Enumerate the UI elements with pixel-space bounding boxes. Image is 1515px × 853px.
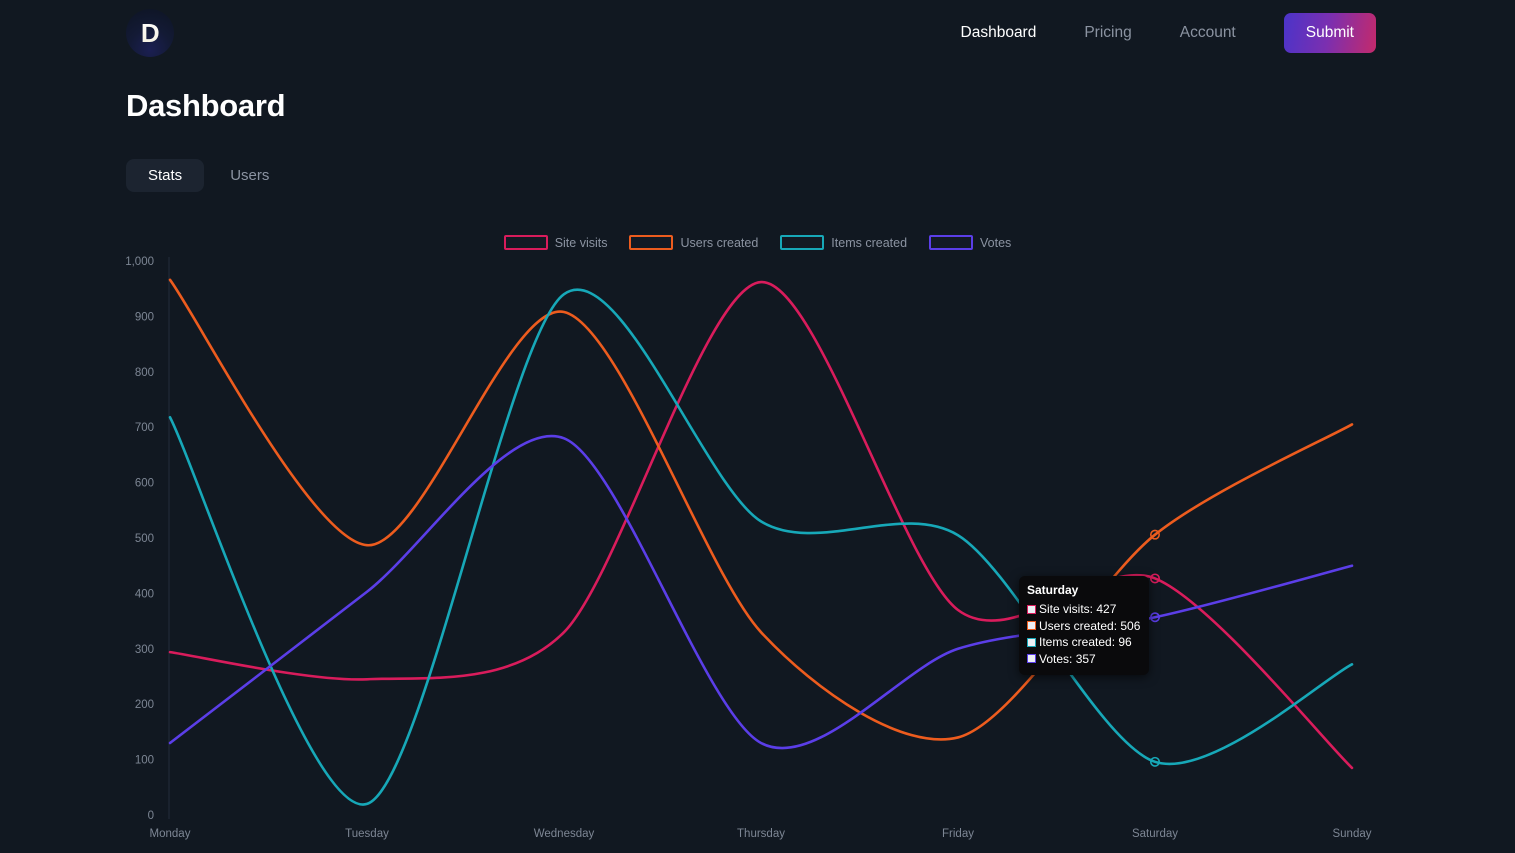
nav-link-pricing[interactable]: Pricing <box>1060 13 1155 53</box>
tab-users[interactable]: Users <box>208 159 291 192</box>
legend-label-site-visits: Site visits <box>554 235 608 250</box>
y-axis-tick-label: 500 <box>135 533 154 545</box>
tooltip-swatch-votes <box>1027 654 1036 664</box>
y-axis-tick-label: 200 <box>135 699 154 711</box>
legend-item-items-created[interactable]: Items created <box>780 235 907 250</box>
nav-link-dashboard[interactable]: Dashboard <box>937 13 1061 53</box>
logo-letter: D <box>140 17 160 48</box>
chart-line-site-visits[interactable] <box>168 280 1354 770</box>
y-axis-tick-label: 0 <box>148 810 154 822</box>
x-axis-tick-label: Thursday <box>737 828 785 840</box>
tooltip-label-users-created: Users created: 506 <box>1039 618 1141 633</box>
legend-item-users-created[interactable]: Users created <box>629 235 758 250</box>
line-chart[interactable]: 1,000 900 800 700 600 500 400 300 200 100 0 Monday T… <box>0 250 1515 853</box>
x-axis-tick-label: Friday <box>942 828 974 840</box>
nav-link-account[interactable]: Account <box>1156 13 1260 53</box>
legend-label-users-created: Users created <box>680 235 759 250</box>
legend-swatch-votes <box>929 235 974 250</box>
y-axis-tick-label: 900 <box>135 311 154 323</box>
tooltip-title: Saturday <box>1027 583 1079 597</box>
app-logo[interactable]: D <box>126 9 174 57</box>
tab-bar: Stats Users <box>126 159 291 192</box>
legend-swatch-users-created <box>629 235 674 250</box>
primary-nav: Dashboard Pricing Account Submit <box>937 13 1376 53</box>
x-axis-tick-label: Tuesday <box>345 828 389 840</box>
tooltip-row-items-created: Items created: 96 <box>1027 634 1141 651</box>
top-header: D Dashboard Pricing Account Submit <box>0 0 1515 66</box>
x-axis-tick-label: Saturday <box>1132 828 1178 840</box>
y-axis-tick-label: 100 <box>135 755 154 767</box>
y-axis-tick-label: 600 <box>135 478 154 490</box>
tooltip-label-items-created: Items created: 96 <box>1039 635 1132 649</box>
tooltip-label-site-visits: Site visits: 427 <box>1039 602 1117 616</box>
legend-label-items-created: Items created <box>831 235 908 250</box>
y-axis-tick-label: 300 <box>135 644 154 656</box>
y-axis-tick-label: 800 <box>135 367 154 379</box>
submit-button[interactable]: Submit <box>1283 13 1376 53</box>
tooltip-row-site-visits: Site visits: 427 <box>1027 601 1141 618</box>
legend-swatch-items-created <box>780 235 825 250</box>
tooltip-row-votes: Votes: 357 <box>1027 651 1141 668</box>
chart-svg: 1,000 900 800 700 600 500 400 300 200 100 0 Monday T… <box>125 256 1372 840</box>
x-axis-tick-label: Wednesday <box>534 828 595 840</box>
legend-item-site-visits[interactable]: Site visits <box>503 235 608 250</box>
y-axis-tick-label: 1,000 <box>125 256 154 268</box>
chart-line-users-created[interactable] <box>168 278 1354 741</box>
tooltip-swatch-items-created <box>1027 637 1036 647</box>
tooltip-label-votes: Votes: 357 <box>1039 651 1096 666</box>
chart-tooltip: Saturday Site visits: 427 Users created:… <box>1019 576 1149 675</box>
y-axis-tick-label: 700 <box>135 422 154 434</box>
dashboard-page: D Dashboard Pricing Account Submit Dashb… <box>0 0 1515 853</box>
tooltip-swatch-site-visits <box>1027 604 1036 614</box>
x-axis-tick-label: Monday <box>150 828 191 840</box>
legend-label-votes: Votes <box>980 235 1012 250</box>
chart-legend: Site visits Users created Items created … <box>0 235 1515 250</box>
legend-item-votes[interactable]: Votes <box>929 235 1011 250</box>
x-axis-tick-label: Sunday <box>1332 828 1371 840</box>
tab-stats[interactable]: Stats <box>126 159 205 192</box>
legend-swatch-site-visits <box>503 235 548 250</box>
y-axis-tick-label: 400 <box>135 588 154 600</box>
page-title: Dashboard <box>126 88 286 123</box>
tooltip-swatch-users-created <box>1027 621 1036 631</box>
chart-line-votes[interactable] <box>168 434 1354 750</box>
tooltip-row-users-created: Users created: 506 <box>1027 618 1141 635</box>
chart-line-items-created[interactable] <box>168 288 1354 806</box>
